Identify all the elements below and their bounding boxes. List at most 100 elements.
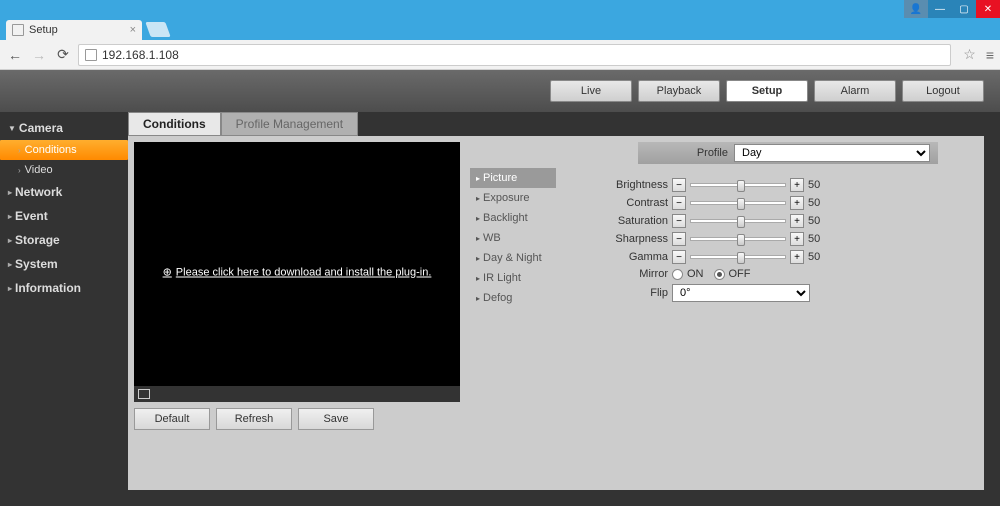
new-tab-button[interactable] (145, 22, 170, 37)
window-titlebar: 👤 — ▢ ✕ (0, 0, 1000, 18)
chevron-right-icon: ▸ (8, 284, 12, 293)
nav-alarm[interactable]: Alarm (814, 80, 896, 102)
refresh-button[interactable]: Refresh (216, 408, 292, 430)
slider-thumb[interactable] (737, 180, 745, 192)
url-text: 192.168.1.108 (102, 48, 179, 62)
tab-profile-management[interactable]: Profile Management (221, 112, 358, 136)
chevron-right-icon: ▸ (476, 294, 480, 303)
sidebar-storage[interactable]: ▸Storage (0, 228, 128, 252)
user-icon[interactable]: 👤 (904, 0, 928, 18)
browser-toolbar: ← → ⟳ 192.168.1.108 ☆ ≡ (0, 40, 1000, 70)
contrast-row: Contrast − + 50 (566, 196, 978, 210)
slider-thumb[interactable] (737, 216, 745, 228)
nav-logout[interactable]: Logout (902, 80, 984, 102)
tab-title: Setup (29, 24, 58, 36)
profile-select[interactable]: Day (734, 144, 930, 162)
setting-irlight[interactable]: ▸IR Light (470, 268, 556, 288)
camera-app: Live Playback Setup Alarm Logout ▼Camera… (0, 70, 1000, 506)
sidebar-camera[interactable]: ▼Camera (0, 116, 128, 140)
back-button[interactable]: ← (6, 46, 24, 64)
gamma-row: Gamma − + 50 (566, 250, 978, 264)
contrast-minus[interactable]: − (672, 196, 686, 210)
setting-daynight[interactable]: ▸Day & Night (470, 248, 556, 268)
main-panel: Conditions Profile Management ⊕ Please c… (128, 112, 984, 490)
brightness-slider[interactable] (690, 183, 786, 187)
maximize-button[interactable]: ▢ (952, 0, 976, 18)
reload-button[interactable]: ⟳ (54, 46, 72, 64)
brightness-minus[interactable]: − (672, 178, 686, 192)
tab-close-icon[interactable]: × (130, 24, 136, 36)
chevron-right-icon: ▸ (476, 234, 480, 243)
chevron-right-icon: › (18, 146, 21, 155)
bookmark-icon[interactable]: ☆ (963, 46, 976, 63)
sidebar-information[interactable]: ▸Information (0, 276, 128, 300)
sidebar-system[interactable]: ▸System (0, 252, 128, 276)
flip-row: Flip 0° (566, 284, 978, 302)
nav-setup[interactable]: Setup (726, 80, 808, 102)
settings-list: ▸Picture ▸Exposure ▸Backlight ▸WB ▸Day &… (470, 168, 556, 484)
saturation-minus[interactable]: − (672, 214, 686, 228)
picture-controls: Profile Day Brightness − + 50 (566, 142, 978, 484)
sharpness-minus[interactable]: − (672, 232, 686, 246)
chevron-right-icon: ▸ (8, 188, 12, 197)
saturation-row: Saturation − + 50 (566, 214, 978, 228)
setting-picture[interactable]: ▸Picture (470, 168, 556, 188)
setting-backlight[interactable]: ▸Backlight (470, 208, 556, 228)
chevron-right-icon: ▸ (8, 212, 12, 221)
minimize-button[interactable]: — (928, 0, 952, 18)
fullscreen-icon[interactable] (138, 389, 150, 399)
video-preview: ⊕ Please click here to download and inst… (134, 142, 460, 402)
tab-conditions[interactable]: Conditions (128, 112, 221, 136)
chevron-right-icon: ▸ (476, 214, 480, 223)
gamma-value: 50 (808, 251, 828, 263)
close-button[interactable]: ✕ (976, 0, 1000, 18)
chevron-right-icon: ▸ (476, 254, 480, 263)
setting-defog[interactable]: ▸Defog (470, 288, 556, 308)
nav-live[interactable]: Live (550, 80, 632, 102)
saturation-label: Saturation (566, 215, 668, 227)
setting-wb[interactable]: ▸WB (470, 228, 556, 248)
slider-thumb[interactable] (737, 234, 745, 246)
menu-icon[interactable]: ≡ (986, 47, 994, 63)
gamma-slider[interactable] (690, 255, 786, 259)
saturation-plus[interactable]: + (790, 214, 804, 228)
sidebar-event[interactable]: ▸Event (0, 204, 128, 228)
address-bar[interactable]: 192.168.1.108 (78, 44, 951, 66)
brightness-label: Brightness (566, 179, 668, 191)
gamma-minus[interactable]: − (672, 250, 686, 264)
contrast-label: Contrast (566, 197, 668, 209)
setting-exposure[interactable]: ▸Exposure (470, 188, 556, 208)
sharpness-row: Sharpness − + 50 (566, 232, 978, 246)
browser-tab[interactable]: Setup × (6, 20, 142, 40)
slider-thumb[interactable] (737, 252, 745, 264)
nav-playback[interactable]: Playback (638, 80, 720, 102)
default-button[interactable]: Default (134, 408, 210, 430)
sharpness-plus[interactable]: + (790, 232, 804, 246)
sidebar-network[interactable]: ▸Network (0, 180, 128, 204)
forward-button[interactable]: → (30, 46, 48, 64)
sidebar-conditions[interactable]: ›Conditions (0, 140, 128, 160)
profile-label: Profile (646, 147, 728, 159)
slider-thumb[interactable] (737, 198, 745, 210)
mirror-on-label: ON (687, 268, 704, 280)
contrast-slider[interactable] (690, 201, 786, 205)
contrast-plus[interactable]: + (790, 196, 804, 210)
mirror-on-radio[interactable] (672, 269, 683, 280)
gamma-plus[interactable]: + (790, 250, 804, 264)
chevron-right-icon: › (18, 166, 21, 175)
sidebar: ▼Camera ›Conditions ›Video ▸Network ▸Eve… (0, 112, 128, 506)
sharpness-value: 50 (808, 233, 828, 245)
sharpness-slider[interactable] (690, 237, 786, 241)
sidebar-video[interactable]: ›Video (0, 160, 128, 180)
chevron-right-icon: ▸ (476, 174, 480, 183)
save-button[interactable]: Save (298, 408, 374, 430)
contrast-value: 50 (808, 197, 828, 209)
flip-select[interactable]: 0° (672, 284, 810, 302)
brightness-plus[interactable]: + (790, 178, 804, 192)
mirror-off-label: OFF (729, 268, 751, 280)
plugin-download-link[interactable]: ⊕ Please click here to download and inst… (163, 266, 432, 279)
mirror-label: Mirror (566, 268, 668, 280)
mirror-off-radio[interactable] (714, 269, 725, 280)
saturation-slider[interactable] (690, 219, 786, 223)
page-icon (12, 24, 24, 36)
